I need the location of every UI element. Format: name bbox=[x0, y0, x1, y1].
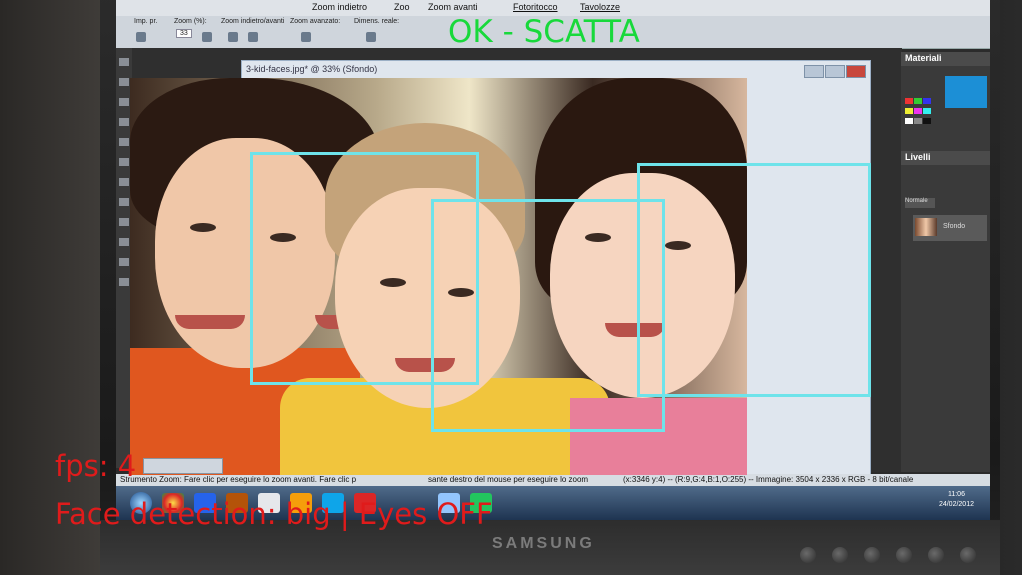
tool-icon[interactable] bbox=[119, 58, 129, 66]
face-detection-box bbox=[637, 163, 871, 397]
maximize-icon[interactable] bbox=[825, 65, 845, 78]
swatch[interactable] bbox=[914, 98, 922, 104]
swatch[interactable] bbox=[905, 118, 913, 124]
zoom-advanced-icon[interactable] bbox=[301, 32, 311, 42]
materials-panel-title: Materiali bbox=[901, 52, 990, 66]
minimize-icon[interactable] bbox=[804, 65, 824, 78]
tool-icon[interactable] bbox=[119, 198, 129, 206]
document-title: 3-kid-faces.jpg* @ 33% (Sfondo) bbox=[246, 64, 378, 74]
zoom-in-out-label: Zoom indietro/avanti bbox=[221, 18, 285, 25]
monitor-button[interactable] bbox=[928, 547, 944, 563]
blend-mode-select[interactable]: Normale bbox=[905, 198, 935, 208]
tool-icon[interactable] bbox=[119, 78, 129, 86]
face-detection-box bbox=[431, 199, 665, 432]
clock-time: 11:06 bbox=[947, 491, 965, 498]
menu-zoom-in-2[interactable]: Zoom avanti bbox=[428, 2, 478, 12]
real-size-icon[interactable] bbox=[366, 32, 376, 42]
capture-status-label: OK - SCATTA bbox=[448, 14, 640, 50]
fps-readout: fps: 4 bbox=[55, 449, 137, 483]
tool-icon[interactable] bbox=[119, 238, 129, 246]
layer-row[interactable]: Sfondo bbox=[913, 215, 987, 241]
monitor-button[interactable] bbox=[800, 547, 816, 563]
color-preview[interactable] bbox=[945, 76, 987, 108]
preset-icon[interactable] bbox=[136, 32, 146, 42]
monitor-brand: SAMSUNG bbox=[492, 535, 595, 552]
reset-icon[interactable] bbox=[202, 32, 212, 42]
power-button[interactable] bbox=[960, 547, 976, 563]
monitor-button[interactable] bbox=[864, 547, 880, 563]
overview-controls[interactable] bbox=[143, 458, 223, 474]
status-coords: (x:3346 y:4) -- (R:9,G:4,B:1,O:255) -- I… bbox=[623, 475, 914, 484]
layer-thumbnail bbox=[915, 218, 937, 236]
tool-icon[interactable] bbox=[119, 118, 129, 126]
tool-icon[interactable] bbox=[119, 158, 129, 166]
zoom-in-icon[interactable] bbox=[228, 32, 238, 42]
layer-name: Sfondo bbox=[943, 223, 966, 230]
tool-icon[interactable] bbox=[119, 218, 129, 226]
layers-panel-title: Livelli bbox=[901, 151, 990, 165]
swatch[interactable] bbox=[923, 118, 931, 124]
camera-frame: Zoom indietro Zoo Zoom avanti Fotoritocc… bbox=[0, 0, 1022, 575]
mouth bbox=[175, 315, 245, 329]
detection-mode-readout: Face detection: big | Eyes OFF bbox=[55, 497, 493, 531]
status-bar: Strumento Zoom: Fare clic per eseguire l… bbox=[116, 474, 990, 486]
monitor-button[interactable] bbox=[832, 547, 848, 563]
clock-date: 24/02/2012 bbox=[938, 501, 974, 508]
status-tool-hint-2: sante destro del mouse per eseguire lo z… bbox=[428, 475, 589, 484]
right-panels: Materiali Livelli Normale Sfondo bbox=[901, 52, 990, 472]
swatch[interactable] bbox=[905, 108, 913, 114]
swatch[interactable] bbox=[923, 98, 931, 104]
advanced-zoom-label: Zoom avanzato: bbox=[290, 18, 341, 25]
swatch[interactable] bbox=[923, 108, 931, 114]
window-controls bbox=[803, 63, 866, 82]
zoom-input[interactable]: 33 bbox=[176, 29, 192, 38]
zoom-out-icon[interactable] bbox=[248, 32, 258, 42]
tool-icon[interactable] bbox=[119, 138, 129, 146]
status-tool-hint: Strumento Zoom: Fare clic per eseguire l… bbox=[120, 475, 357, 484]
taskbar-clock[interactable]: 11:06 24/02/2012 bbox=[939, 490, 974, 510]
menu-boards[interactable]: Tavolozze bbox=[580, 2, 620, 12]
eye bbox=[190, 223, 216, 232]
swatch[interactable] bbox=[914, 108, 922, 114]
tool-icon[interactable] bbox=[119, 278, 129, 286]
monitor-button[interactable] bbox=[896, 547, 912, 563]
tool-icon[interactable] bbox=[119, 98, 129, 106]
menu-zoom-in[interactable]: Zoo bbox=[394, 2, 410, 12]
tool-icon[interactable] bbox=[119, 178, 129, 186]
menu-photo-retouch[interactable]: Fotoritocco bbox=[513, 2, 558, 12]
menu-zoom-out[interactable]: Zoom indietro bbox=[312, 2, 367, 12]
preset-label: Imp. pr. bbox=[134, 18, 158, 25]
tool-icon[interactable] bbox=[119, 258, 129, 266]
close-icon[interactable] bbox=[846, 65, 866, 78]
swatch[interactable] bbox=[914, 118, 922, 124]
zoom-pct-label: Zoom (%): bbox=[174, 18, 207, 25]
real-size-label: Dimens. reale: bbox=[354, 18, 400, 25]
swatch[interactable] bbox=[905, 98, 913, 104]
